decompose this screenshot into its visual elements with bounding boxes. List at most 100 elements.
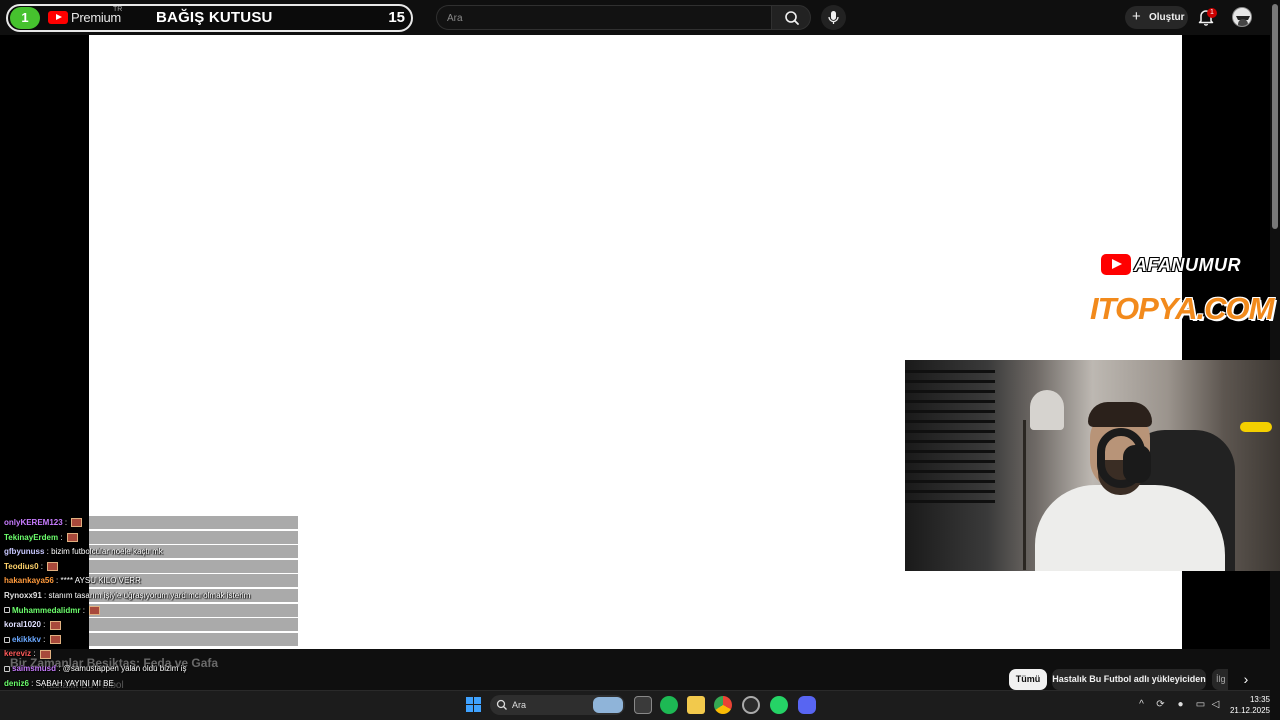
- microphone-tray-icon[interactable]: ●: [1175, 699, 1186, 710]
- chat-username[interactable]: TekinayErdem: [4, 533, 58, 542]
- file-explorer-icon[interactable]: [687, 696, 705, 714]
- chat-badge-icon: [4, 636, 10, 643]
- taskbar-search-icon: [496, 699, 507, 710]
- chat-message: deniz6 : SABAH YAYINI MI BE: [4, 679, 114, 688]
- chat-separator: :: [38, 561, 46, 571]
- chat-text: SABAH YAYINI MI BE: [35, 678, 114, 688]
- chip-from-uploader[interactable]: Hastalık Bu Futbol adlı yükleyiciden: [1052, 669, 1206, 690]
- sync-icon[interactable]: ⟳: [1155, 699, 1166, 710]
- chat-separator: :: [40, 620, 48, 630]
- chat-username[interactable]: deniz6: [4, 679, 29, 688]
- streamer-hair: [1088, 402, 1152, 427]
- microphone-icon: [828, 11, 839, 24]
- volume-icon[interactable]: ◁: [1210, 699, 1221, 710]
- chat-row-background: [89, 632, 298, 646]
- donation-left-counter: 1: [10, 7, 40, 29]
- chat-username[interactable]: hakankaya56: [4, 576, 54, 585]
- spotify-icon[interactable]: [660, 696, 678, 714]
- shelf-object: [1240, 422, 1272, 432]
- chat-message: koral1020 :: [4, 620, 61, 630]
- chat-message: onlyKEREM123 :: [4, 518, 83, 528]
- chat-badge-icon: [4, 607, 10, 614]
- chat-row-background: [89, 530, 298, 544]
- chat-text: stanım tasarım işiyle uğraşıyorum yardım…: [48, 591, 251, 600]
- clock-time: 13:35: [1249, 695, 1270, 704]
- windows-start-icon[interactable]: [466, 697, 481, 712]
- chat-message: Muhammedalidmr :: [4, 605, 101, 615]
- chat-message: Rynoxx91 : stanım tasarım işiyle uğraşıy…: [4, 591, 250, 600]
- chat-username[interactable]: onlyKEREM123: [4, 518, 63, 527]
- chevron-right-icon[interactable]: ›: [1236, 669, 1256, 690]
- chat-text: @samustappen yalan oldu bizim iş: [62, 664, 187, 673]
- chat-emote-icon: [66, 532, 78, 542]
- chip-all[interactable]: Tümü: [1009, 669, 1047, 690]
- donation-bar: 1 Premium TR BAĞIŞ KUTUSU 15: [6, 4, 413, 32]
- donation-title: BAĞIŞ KUTUSU: [156, 9, 273, 26]
- chat-username[interactable]: gfbyunuss: [4, 547, 44, 556]
- obs-icon[interactable]: [742, 696, 760, 714]
- search-input[interactable]: [447, 10, 757, 26]
- avatar[interactable]: [1232, 7, 1252, 27]
- search-icon: [785, 11, 799, 25]
- chat-text: **** AYSU KILO VERR: [60, 576, 141, 586]
- channel-overlay-text: AFANUMUR: [1134, 255, 1241, 275]
- clock-date: 21.12.2025: [1229, 706, 1270, 715]
- youtube-play-icon: [1101, 254, 1131, 275]
- voice-search-button[interactable]: [821, 5, 846, 30]
- chat-message: saimsmusd : @samustappen yalan oldu bizi…: [4, 664, 186, 673]
- chat-row-background: [89, 603, 298, 617]
- chat-row-background: [89, 559, 298, 573]
- plus-icon: +: [1132, 8, 1141, 25]
- discord-icon[interactable]: [798, 696, 816, 714]
- chat-emote-icon: [89, 605, 101, 615]
- chat-separator: :: [62, 518, 70, 527]
- whatsapp-icon[interactable]: [770, 696, 788, 714]
- lamp-shade: [1030, 390, 1064, 430]
- chrome-icon[interactable]: [714, 696, 732, 714]
- network-icon[interactable]: ▭: [1195, 699, 1206, 710]
- search-box[interactable]: [436, 5, 771, 30]
- chat-separator: :: [28, 678, 36, 688]
- chat-separator: :: [31, 649, 38, 659]
- taskbar-search[interactable]: [490, 695, 625, 715]
- create-button[interactable]: + Oluştur: [1125, 6, 1188, 29]
- chat-separator: :: [53, 576, 61, 586]
- chat-username[interactable]: saimsmusd: [12, 664, 56, 673]
- chat-message: ekikkkv :: [4, 634, 61, 645]
- sponsor-logo: ITOPYA.COM: [1090, 291, 1274, 326]
- headset-earcup: [1123, 445, 1151, 483]
- chat-separator: :: [40, 634, 48, 644]
- chat-message: TekinayErdem :: [4, 533, 78, 542]
- page-scrollbar-thumb[interactable]: [1272, 4, 1278, 229]
- chat-username[interactable]: koral1020: [4, 620, 41, 629]
- chat-row-background: [89, 618, 298, 632]
- taskbar-search-input[interactable]: [512, 698, 572, 712]
- chat-username[interactable]: Teodius0: [4, 562, 39, 571]
- chat-username[interactable]: Rynoxx91: [4, 591, 42, 600]
- taskbar-clock[interactable]: 13:35 21.12.2025: [1226, 694, 1270, 716]
- chat-separator: :: [56, 664, 63, 673]
- premium-region-label: TR: [113, 6, 123, 13]
- chip-related[interactable]: İlg: [1212, 669, 1228, 690]
- chat-username[interactable]: Muhammedalidmr: [12, 606, 80, 615]
- notification-count-badge: 1: [1207, 8, 1217, 18]
- chat-emote-icon: [49, 635, 61, 645]
- chat-message: kereviz :: [4, 649, 51, 659]
- chat-emote-icon: [49, 620, 61, 630]
- lamp-pole: [1023, 420, 1026, 570]
- chat-username[interactable]: kereviz: [4, 649, 31, 658]
- chat-badge-icon: [4, 665, 10, 672]
- chat-separator: :: [80, 605, 88, 615]
- search-highlight-icon: [593, 697, 623, 713]
- chat-username[interactable]: ekikkkv: [12, 635, 41, 644]
- chat-separator: :: [58, 532, 65, 542]
- task-view-icon[interactable]: [634, 696, 652, 714]
- webcam-feed: [905, 360, 1280, 571]
- chat-row-background: [89, 516, 298, 529]
- create-label: Oluştur: [1149, 12, 1185, 23]
- chat-emote-icon: [71, 518, 83, 528]
- search-button[interactable]: [771, 5, 811, 30]
- donation-right-counter: 15: [388, 9, 405, 26]
- chat-emote-icon: [39, 649, 51, 659]
- tray-overflow-icon[interactable]: ^: [1136, 699, 1147, 710]
